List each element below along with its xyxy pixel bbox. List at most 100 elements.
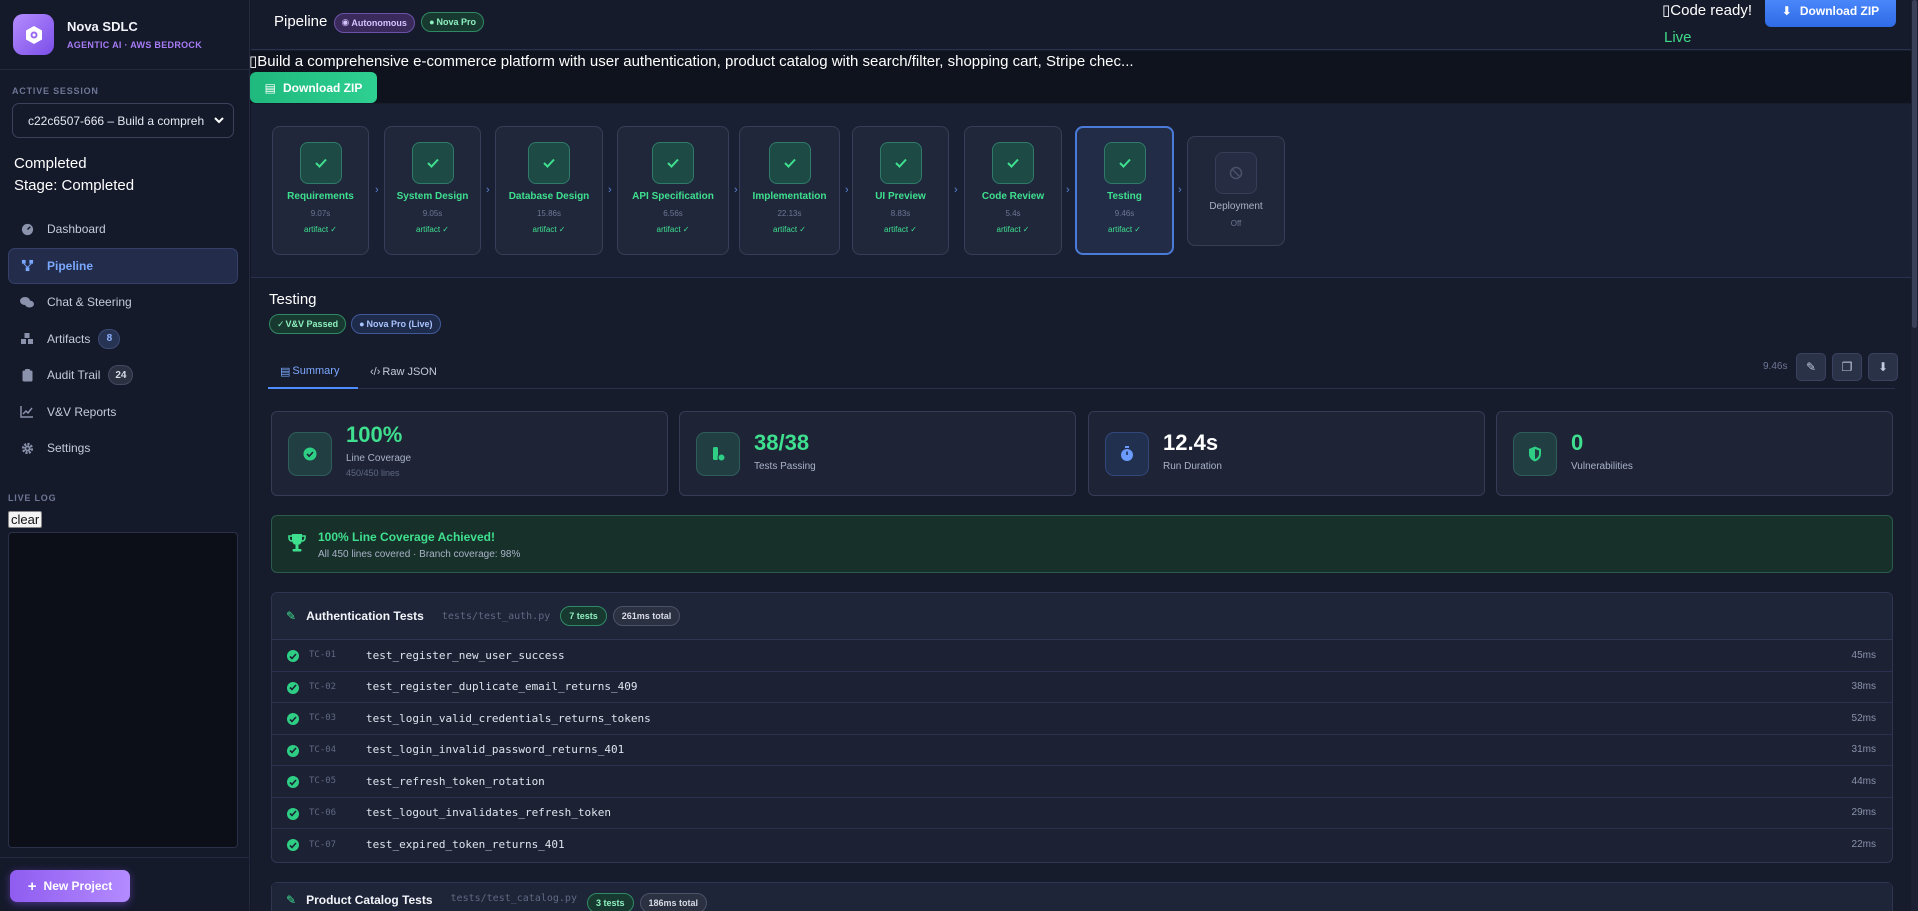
artifacts-count-badge: 8 <box>98 328 121 349</box>
test-count-badge: 7 tests <box>560 606 607 626</box>
test-name: test_refresh_token_rotation <box>366 774 545 788</box>
test-duration: 38ms <box>1851 681 1876 693</box>
sidebar-item-vv-reports[interactable]: V&V Reports <box>8 394 238 430</box>
chevron-right-icon: › <box>954 184 958 196</box>
test-duration: 29ms <box>1851 807 1876 819</box>
stage-artifact: artifact ✓ <box>532 225 566 234</box>
stage-deployment[interactable]: Deployment Off <box>1187 136 1285 246</box>
chevron-right-icon: › <box>734 184 738 196</box>
chart-line-icon <box>20 405 34 419</box>
download-zip-label: Download ZIP <box>1799 3 1880 18</box>
artifacts-icon <box>20 332 34 346</box>
sidebar-item-pipeline[interactable]: Pipeline <box>8 247 238 284</box>
stat-label: Line Coverage <box>346 453 412 464</box>
stage-ui-preview[interactable]: UI Preview 8.83s artifact ✓ <box>852 126 949 255</box>
stage-testing[interactable]: Testing 9.46s artifact ✓ <box>1075 126 1174 255</box>
sidebar-item-label: Chat & Steering <box>47 295 132 309</box>
page-title-text: Pipeline <box>274 13 328 30</box>
stage-requirements[interactable]: Requirements 9.07s artifact ✓ <box>272 126 369 255</box>
stage-line: Stage: Completed <box>14 177 135 194</box>
test-group-header[interactable]: ✎ Product Catalog Tests tests/test_catal… <box>272 883 1892 911</box>
test-count-badge: 3 tests <box>586 893 634 911</box>
code-ready-status: ▯Code ready! <box>1662 1 1752 19</box>
stage-name: UI Preview <box>875 191 926 202</box>
check-icon <box>528 142 570 184</box>
clear-log-button[interactable]: clear <box>8 511 43 528</box>
tab-summary-label: Summary <box>292 365 340 377</box>
brand: Nova SDLC AGENTIC AI · AWS BEDROCK <box>0 0 249 70</box>
magic-wand-button[interactable]: ✎ <box>1796 353 1826 381</box>
new-project-label: New Project <box>43 879 113 893</box>
session-select[interactable]: c22c6507-666 – Build a compreh <box>12 103 234 138</box>
stage-time: 9.05s <box>422 209 443 218</box>
stage-name: System Design <box>396 191 469 202</box>
stage-code-review[interactable]: Code Review 5.4s artifact ✓ <box>964 126 1062 255</box>
stage-time: 9.07s <box>310 209 331 218</box>
brand-title: Nova SDLC <box>67 19 138 34</box>
test-id: TC-04 <box>309 744 337 755</box>
magic-wand-icon: ✎ <box>1805 360 1817 374</box>
list-icon: ▤ <box>280 365 291 378</box>
test-group-name: Authentication Tests <box>306 609 424 623</box>
copy-button[interactable]: ❐ <box>1832 353 1862 381</box>
sidebar-item-artifacts[interactable]: Artifacts 8 <box>8 321 238 357</box>
status-line: Completed <box>14 155 87 172</box>
stage-detail-title: Testing <box>269 291 317 308</box>
check-circle-icon <box>288 432 332 476</box>
banner-title: 100% Line Coverage Achieved! <box>318 530 495 544</box>
table-row: TC-01 test_register_new_user_success 45m… <box>272 640 1892 672</box>
stage-database-design[interactable]: Database Design 15.86s artifact ✓ <box>495 126 603 255</box>
download-button[interactable]: ⬇ <box>1868 353 1898 381</box>
check-circle-icon <box>287 650 299 662</box>
pencil-icon: ✎ <box>286 609 297 623</box>
check-icon <box>411 142 454 184</box>
model-live-label: Nova Pro (Live) <box>366 319 433 329</box>
stage-artifact: artifact ✓ <box>416 225 449 234</box>
stage-name: Code Review <box>981 191 1045 202</box>
live-log-panel[interactable] <box>8 532 238 848</box>
stat-card-vulnerabilities: 0 Vulnerabilities <box>1496 411 1893 496</box>
download-zip-button[interactable]: ⬇ Download ZIP <box>1765 0 1896 27</box>
test-duration: 22ms <box>1851 839 1876 851</box>
stage-implementation[interactable]: Implementation 22.13s artifact ✓ <box>739 126 840 255</box>
stage-time: 8.83s <box>890 209 911 218</box>
check-icon <box>992 142 1034 184</box>
download-zip-green-button[interactable]: ▤ Download ZIP <box>250 72 377 103</box>
code-icon: ‹/› <box>370 366 381 378</box>
test-group-auth: ✎ Authentication Tests tests/test_auth.p… <box>271 592 1893 863</box>
check-icon <box>652 142 694 184</box>
scrollbar[interactable] <box>1911 0 1918 911</box>
chevron-right-icon: › <box>375 184 379 196</box>
top-bar: Pipeline ◉ Autonomous ● Nova Pro ▯Code rea… <box>251 0 1918 50</box>
stage-time: 6.56s <box>663 209 683 218</box>
sidebar-item-dashboard[interactable]: Dashboard <box>8 211 238 247</box>
model-badge: ● Nova Pro <box>421 12 485 32</box>
stat-card-tests: 38/38 Tests Passing <box>679 411 1076 496</box>
brain-icon: ● <box>429 17 435 27</box>
test-total-badge: 261ms total <box>612 606 681 626</box>
test-group-catalog: ✎ Product Catalog Tests tests/test_catal… <box>271 882 1893 911</box>
new-project-button[interactable]: + New Project <box>10 870 130 902</box>
chevron-right-icon: › <box>486 184 490 196</box>
plus-icon: + <box>27 877 37 895</box>
brain-icon: ● <box>359 319 365 329</box>
banner-subtitle: All 450 lines covered · Branch coverage:… <box>318 549 521 560</box>
tab-summary[interactable]: ▤ Summary <box>268 355 358 389</box>
sidebar-item-audit-trail[interactable]: Audit Trail 24 <box>8 357 238 393</box>
sidebar: Nova SDLC AGENTIC AI · AWS BEDROCK ACTIV… <box>0 0 250 911</box>
scrollbar-thumb[interactable] <box>1912 0 1917 328</box>
stage-system-design[interactable]: System Design 9.05s artifact ✓ <box>384 126 481 255</box>
check-icon <box>879 142 922 184</box>
check-icon: ✓ <box>277 318 285 329</box>
sidebar-item-chat[interactable]: Chat & Steering <box>8 284 238 320</box>
stage-artifact: artifact ✓ <box>1108 225 1141 234</box>
test-group-header[interactable]: ✎ Authentication Tests tests/test_auth.p… <box>272 593 1892 640</box>
stat-value: 38/38 <box>754 430 810 455</box>
stage-name: Requirements <box>287 191 354 202</box>
stage-name: API Specification <box>632 191 714 202</box>
sidebar-item-label: Dashboard <box>47 222 106 236</box>
stage-api-specification[interactable]: API Specification 6.56s artifact ✓ <box>617 126 729 255</box>
project-prompt: ▯Build a comprehensive e-commerce platfo… <box>249 52 1134 70</box>
sidebar-item-settings[interactable]: Settings <box>8 430 238 466</box>
tab-raw-json[interactable]: ‹/› Raw JSON <box>370 355 437 389</box>
